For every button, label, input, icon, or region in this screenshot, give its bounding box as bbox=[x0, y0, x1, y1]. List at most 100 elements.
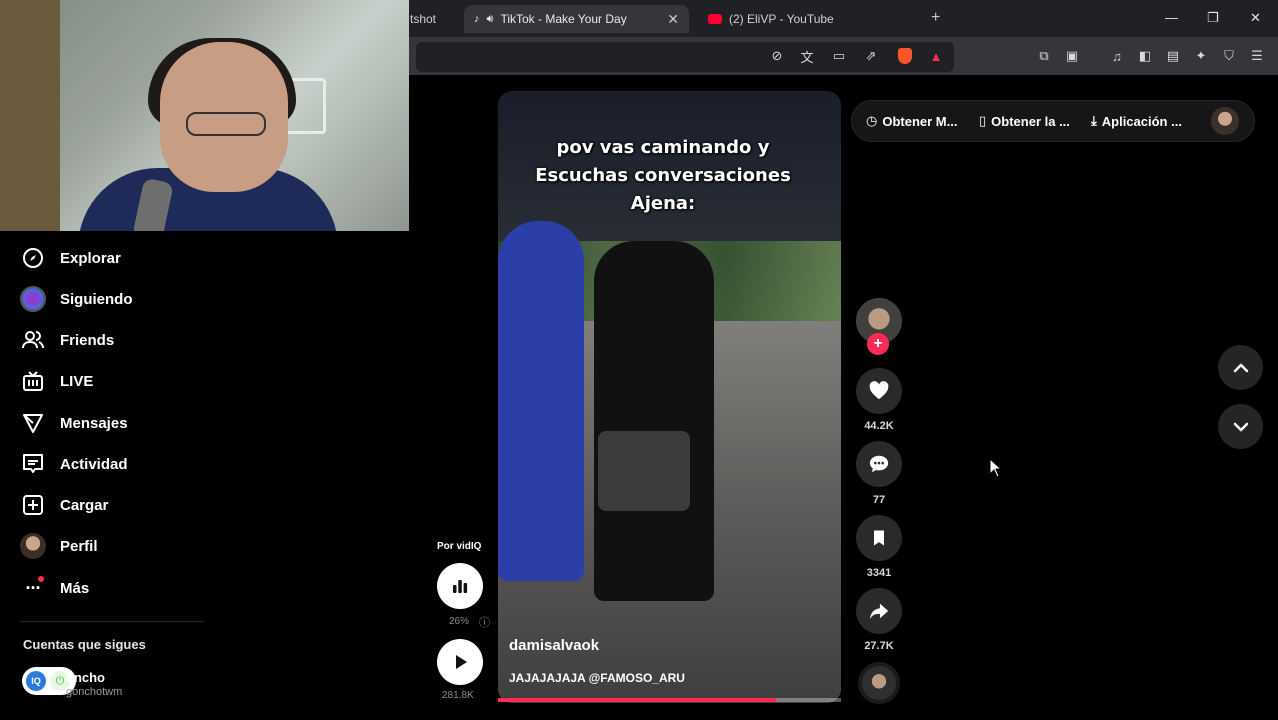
activity-icon bbox=[20, 451, 46, 477]
nav-explorar[interactable]: Explorar bbox=[20, 245, 121, 271]
heart-icon bbox=[869, 381, 889, 400]
mouse-cursor-icon bbox=[989, 457, 1003, 483]
caption-line: pov vas caminando y bbox=[556, 137, 770, 158]
nav-label: Mensajes bbox=[60, 414, 128, 432]
download-app-link[interactable]: ⤓ Aplicación ... bbox=[1091, 113, 1182, 129]
nav-actividad[interactable]: Actividad bbox=[20, 451, 128, 477]
bookmark-button[interactable] bbox=[856, 515, 902, 561]
nav-perfil[interactable]: Perfil bbox=[20, 533, 98, 559]
close-window-button[interactable]: ✕ bbox=[1250, 10, 1261, 26]
nav-divider bbox=[20, 621, 204, 622]
share-arrow-icon bbox=[869, 603, 889, 620]
video-progress-bar[interactable] bbox=[498, 698, 841, 702]
nav-friends[interactable]: Friends bbox=[20, 327, 114, 353]
youtube-icon bbox=[708, 14, 722, 24]
leo-ai-icon[interactable]: ✦ bbox=[1192, 47, 1210, 65]
top-item-label: Obtener la ... bbox=[991, 113, 1070, 129]
brave-rewards-icon[interactable]: ▲ bbox=[927, 47, 945, 65]
nav-label: Siguiendo bbox=[60, 290, 133, 308]
minimize-button[interactable]: — bbox=[1165, 10, 1178, 25]
nav-mensajes[interactable]: Mensajes bbox=[20, 410, 128, 436]
new-tab-button[interactable]: + bbox=[931, 9, 940, 27]
comment-icon bbox=[869, 455, 889, 473]
vidiq-label: Por vidIQ bbox=[437, 541, 482, 552]
compass-icon bbox=[20, 245, 46, 271]
comment-button[interactable] bbox=[856, 441, 902, 487]
wallet-icon[interactable]: ▤ bbox=[1164, 47, 1182, 65]
bookmark-icon bbox=[874, 530, 884, 546]
vidiq-score: 26% bbox=[449, 616, 470, 627]
vpn-shield-icon[interactable]: ⛉ bbox=[1220, 47, 1238, 65]
phone-icon: ▯ bbox=[979, 113, 987, 128]
video-caption-overlay: pov vas caminando y Escuchas conversacio… bbox=[498, 134, 828, 218]
restore-button[interactable]: ❐ bbox=[1207, 10, 1219, 26]
nav-label: Perfil bbox=[60, 537, 98, 555]
tab-youtube[interactable]: (2) EliVP - YouTube bbox=[698, 5, 923, 33]
info-icon[interactable]: ⓘ bbox=[479, 614, 490, 630]
nav-label: Más bbox=[60, 579, 90, 597]
caption-line: Escuchas conversaciones bbox=[535, 165, 791, 186]
music-disc[interactable] bbox=[858, 662, 900, 704]
next-video-button[interactable] bbox=[1218, 404, 1263, 449]
nav-cargar[interactable]: Cargar bbox=[20, 492, 108, 518]
no-audio-icon[interactable]: ⊘ bbox=[768, 47, 786, 65]
screenshot-icon[interactable]: ▣ bbox=[1063, 47, 1081, 65]
music-icon[interactable]: ♫ bbox=[1108, 47, 1126, 65]
video-description[interactable]: JAJAJAJAJA @FAMOSO_ARU bbox=[509, 671, 685, 685]
chevron-down-icon bbox=[1233, 422, 1248, 431]
tab-tiktok[interactable]: ♪ 🔊︎ TikTok - Make Your Day ✕ bbox=[464, 5, 689, 33]
extensions-icon[interactable]: ⧉ bbox=[1035, 47, 1053, 65]
follow-plus-button[interactable]: + bbox=[867, 333, 889, 355]
live-tv-icon bbox=[20, 368, 46, 394]
close-icon[interactable]: ✕ bbox=[667, 11, 679, 28]
friends-icon bbox=[20, 327, 46, 353]
followed-account-handle: gonchotwm bbox=[66, 686, 123, 698]
brave-shield-icon[interactable] bbox=[896, 47, 914, 65]
nav-siguiendo[interactable]: Siguiendo bbox=[20, 286, 133, 312]
top-item-label: Aplicación ... bbox=[1101, 113, 1182, 129]
nav-live[interactable]: LIVE bbox=[20, 368, 93, 394]
menu-icon[interactable]: ☰ bbox=[1248, 47, 1266, 65]
tab-label: (2) EliVP - YouTube bbox=[729, 12, 834, 26]
more-dots-icon: ··· bbox=[20, 575, 46, 601]
upload-plus-icon bbox=[20, 492, 46, 518]
video-author[interactable]: damisalvaok bbox=[509, 637, 599, 654]
following-title: Cuentas que sigues bbox=[23, 637, 146, 652]
get-coins-link[interactable]: ◷ Obtener M... bbox=[866, 113, 957, 129]
translate-icon[interactable]: 文 bbox=[798, 47, 816, 65]
coin-icon: ◷ bbox=[866, 113, 878, 128]
tab-label: TikTok - Make Your Day bbox=[500, 12, 627, 26]
share-icon[interactable]: ⇗ bbox=[862, 47, 880, 65]
nav-label: Explorar bbox=[60, 249, 121, 267]
profile-avatar bbox=[20, 533, 46, 559]
play-button[interactable] bbox=[437, 639, 483, 685]
caption-line: Ajena: bbox=[630, 193, 696, 214]
get-app-link[interactable]: ▯ Obtener la ... bbox=[979, 113, 1070, 129]
comment-count: 77 bbox=[872, 494, 886, 506]
nav-label: Cargar bbox=[60, 496, 109, 514]
speaker-icon[interactable]: 🔊︎ bbox=[487, 13, 494, 26]
tiktok-icon: ♪ bbox=[474, 13, 480, 25]
webcam-overlay bbox=[0, 0, 409, 231]
share-count: 27.7K bbox=[864, 640, 894, 652]
download-icon: ⤓ bbox=[1091, 113, 1097, 128]
following-avatar-icon bbox=[20, 286, 46, 312]
play-icon bbox=[456, 655, 467, 669]
user-avatar[interactable] bbox=[1211, 107, 1239, 135]
vidiq-icon: IQ bbox=[26, 671, 46, 691]
cast-icon[interactable]: ▭ bbox=[830, 47, 848, 65]
bookmark-count: 3341 bbox=[866, 567, 892, 579]
vidiq-views: 281.8K bbox=[442, 690, 474, 701]
previous-video-button[interactable] bbox=[1218, 345, 1263, 390]
tab-screenshot[interactable]: tshot bbox=[400, 5, 460, 33]
sidebar-icon[interactable]: ◧ bbox=[1136, 47, 1154, 65]
vidiq-stats-button[interactable] bbox=[437, 563, 483, 609]
nav-label: Friends bbox=[60, 331, 115, 349]
like-button[interactable] bbox=[856, 368, 902, 414]
bar-chart-icon bbox=[453, 580, 468, 593]
nav-mas[interactable]: ··· Más bbox=[20, 575, 89, 601]
followed-account-name[interactable]: oncho bbox=[66, 670, 105, 685]
nav-label: LIVE bbox=[60, 372, 94, 390]
progress-fill bbox=[498, 698, 776, 702]
share-button[interactable] bbox=[856, 588, 902, 634]
